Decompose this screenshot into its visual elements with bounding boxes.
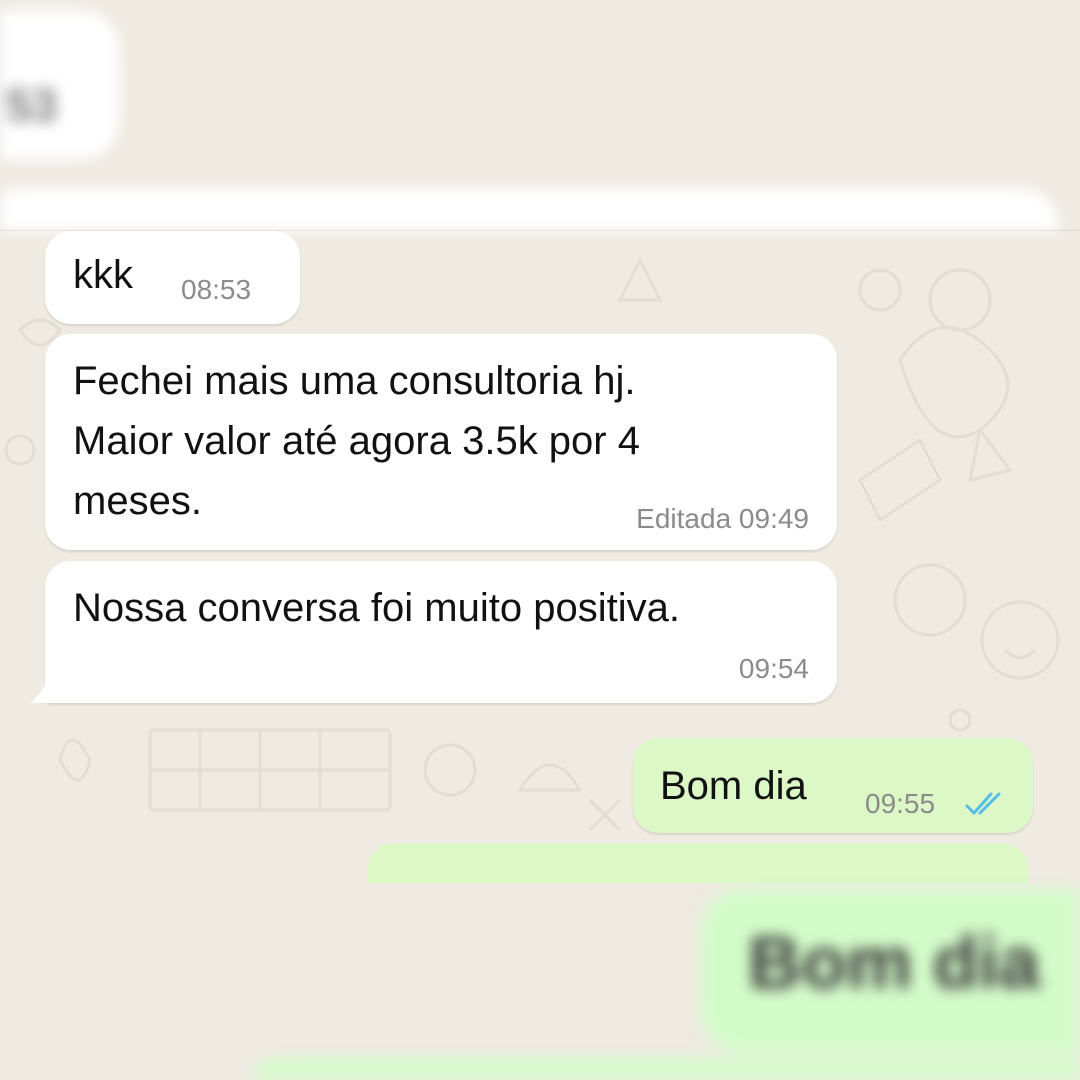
double-check-icon [965,792,1001,815]
blurred-bottom-preview: Bom dia [0,848,1080,1080]
blurred-top-preview: 53 [0,0,1080,231]
incoming-message-bubble[interactable]: kkk 08:53 [45,231,300,324]
message-text: Fechei mais uma consultoria hj. Maior va… [73,359,640,523]
blurred-time-fragment: 53 [6,79,58,131]
message-text: kkk [73,253,133,297]
chat-message-list[interactable]: kkk 08:53 Fechei mais uma consultoria hj… [0,231,1080,883]
incoming-message-bubble[interactable]: Nossa conversa foi muito positiva. 09:54 [45,561,837,703]
message-time: 08:53 [181,274,252,305]
message-text: Nossa conversa foi muito positiva. [73,586,680,630]
edited-label: Editada [636,503,732,534]
bubble-tail-icon [30,671,66,703]
message-text: Bom dia [660,764,807,808]
message-time: 09:54 [738,653,809,684]
blurred-message-text: Bom dia [748,921,1040,1004]
outgoing-message-bubble[interactable]: Bom dia 09:55 [633,738,1033,833]
blurred-outgoing-bubble-lower [250,1058,1080,1080]
message-time: 09:55 [865,788,936,819]
blurred-incoming-bubble-wide [0,188,1060,231]
message-time: 09:49 [738,503,809,534]
message-meta: Editada 09:49 [636,503,809,535]
incoming-message-bubble[interactable]: Fechei mais uma consultoria hj. Maior va… [45,334,837,550]
